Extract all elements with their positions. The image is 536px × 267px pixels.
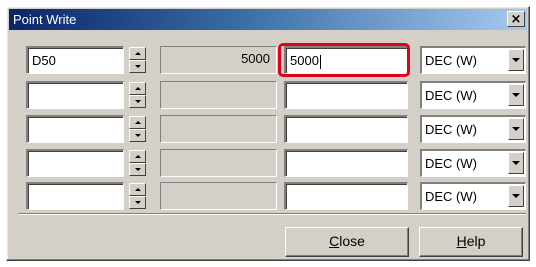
write-value-input[interactable] — [284, 149, 408, 177]
format-select-value: DEC (W) — [425, 88, 477, 103]
close-button-mnemonic: C — [329, 233, 340, 249]
spin-down-icon[interactable] — [129, 129, 146, 142]
format-select[interactable]: DEC (W) — [420, 149, 526, 177]
help-button-label: elp — [466, 233, 486, 249]
close-window-button[interactable]: × — [507, 11, 525, 27]
spin-down-icon[interactable] — [129, 196, 146, 209]
value-highlight-box — [278, 43, 410, 77]
device-spinner[interactable] — [129, 82, 146, 108]
current-value-display — [160, 81, 277, 109]
device-input[interactable] — [26, 182, 124, 210]
current-value-display — [160, 182, 277, 210]
close-button[interactable]: Close — [285, 227, 409, 257]
help-button-mnemonic: H — [456, 233, 467, 249]
close-icon: × — [510, 11, 522, 27]
chevron-down-icon[interactable] — [508, 84, 524, 106]
help-button[interactable]: Help — [419, 227, 523, 257]
device-spinner[interactable] — [129, 183, 146, 209]
device-input[interactable] — [26, 115, 124, 143]
device-input[interactable] — [26, 149, 124, 177]
current-value-display — [160, 115, 277, 143]
spin-up-icon[interactable] — [129, 82, 146, 95]
format-select-value: DEC (W) — [425, 156, 477, 171]
device-spinner[interactable] — [129, 116, 146, 142]
spin-down-icon[interactable] — [129, 95, 146, 108]
chevron-down-icon[interactable] — [508, 152, 524, 174]
device-spinner[interactable] — [129, 47, 146, 73]
format-select-value: DEC (W) — [425, 189, 477, 204]
window-title: Point Write — [13, 12, 77, 27]
format-select-value: DEC (W) — [425, 122, 477, 137]
current-value-display: 5000 — [160, 46, 277, 74]
device-input[interactable]: D50 — [26, 46, 124, 74]
chevron-down-icon[interactable] — [508, 185, 524, 207]
format-select[interactable]: DEC (W) — [420, 115, 526, 143]
format-select[interactable]: DEC (W) — [420, 182, 526, 210]
format-select[interactable]: DEC (W) — [420, 46, 526, 74]
spin-up-icon[interactable] — [129, 116, 146, 129]
device-spinner[interactable] — [129, 150, 146, 176]
write-value-input[interactable] — [284, 182, 408, 210]
format-select-value: DEC (W) — [425, 53, 477, 68]
chevron-down-icon[interactable] — [508, 49, 524, 71]
divider — [18, 213, 526, 215]
title-bar[interactable]: Point Write × — [9, 9, 527, 30]
format-select[interactable]: DEC (W) — [420, 81, 526, 109]
chevron-down-icon[interactable] — [508, 118, 524, 140]
write-value-input[interactable] — [284, 115, 408, 143]
close-button-label: lose — [339, 233, 365, 249]
spin-up-icon[interactable] — [129, 47, 146, 60]
spin-up-icon[interactable] — [129, 183, 146, 196]
spin-up-icon[interactable] — [129, 150, 146, 163]
current-value-display — [160, 149, 277, 177]
device-input[interactable] — [26, 81, 124, 109]
spin-down-icon[interactable] — [129, 163, 146, 176]
write-value-input[interactable] — [284, 81, 408, 109]
spin-down-icon[interactable] — [129, 60, 146, 73]
